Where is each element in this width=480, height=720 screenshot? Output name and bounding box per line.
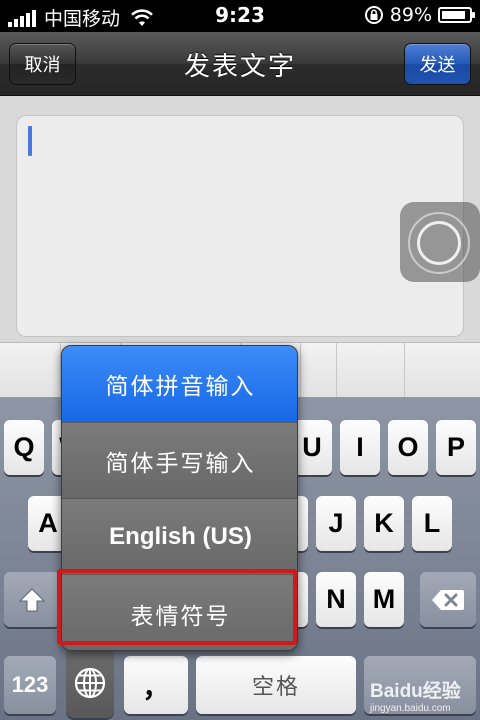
send-button[interactable]: 发送 xyxy=(404,43,471,85)
rotation-lock-icon xyxy=(364,6,383,24)
globe-icon xyxy=(74,667,106,699)
status-bar: 中国移动 9:23 89% xyxy=(0,0,480,32)
key-o[interactable]: O xyxy=(388,420,428,475)
key-l[interactable]: L xyxy=(412,496,452,551)
input-method-pinyin[interactable]: 简体拼音输入 xyxy=(62,346,297,422)
key-n[interactable]: N xyxy=(316,572,356,627)
comma-key[interactable]: ， xyxy=(124,656,188,714)
key-p[interactable]: P xyxy=(436,420,476,475)
compose-area xyxy=(0,96,480,342)
shift-arrow-icon xyxy=(18,587,46,611)
watermark-url: jingyan.baidu.com xyxy=(370,703,451,714)
text-cursor xyxy=(28,126,32,156)
key-q[interactable]: Q xyxy=(4,420,44,475)
key-j[interactable]: J xyxy=(316,496,356,551)
shift-key[interactable] xyxy=(4,572,60,627)
numbers-key[interactable]: 123 xyxy=(4,656,56,714)
key-i[interactable]: I xyxy=(340,420,380,475)
input-method-handwriting[interactable]: 简体手写输入 xyxy=(62,422,297,498)
watermark: Baidu经验 jingyan.baidu.com xyxy=(370,676,461,714)
battery-percent: 89% xyxy=(389,4,432,26)
backspace-key[interactable] xyxy=(420,572,476,627)
assistive-touch-inner-ring xyxy=(417,221,461,265)
emoji-highlight-box xyxy=(57,569,297,645)
globe-key[interactable] xyxy=(66,648,114,718)
status-right: 89% xyxy=(364,4,475,26)
key-k[interactable]: K xyxy=(364,496,404,551)
key-m[interactable]: M xyxy=(364,572,404,627)
battery-icon xyxy=(438,7,475,23)
text-input[interactable] xyxy=(16,115,464,337)
key-u[interactable]: U xyxy=(292,420,332,475)
navigation-bar: 取消 发表文字 发送 xyxy=(0,32,480,96)
space-key[interactable]: 空格 xyxy=(196,656,356,714)
assistive-touch-button[interactable] xyxy=(400,202,480,282)
watermark-text: Baidu经验 xyxy=(370,681,461,702)
input-method-english[interactable]: English (US) xyxy=(62,498,297,574)
backspace-icon xyxy=(432,589,464,610)
